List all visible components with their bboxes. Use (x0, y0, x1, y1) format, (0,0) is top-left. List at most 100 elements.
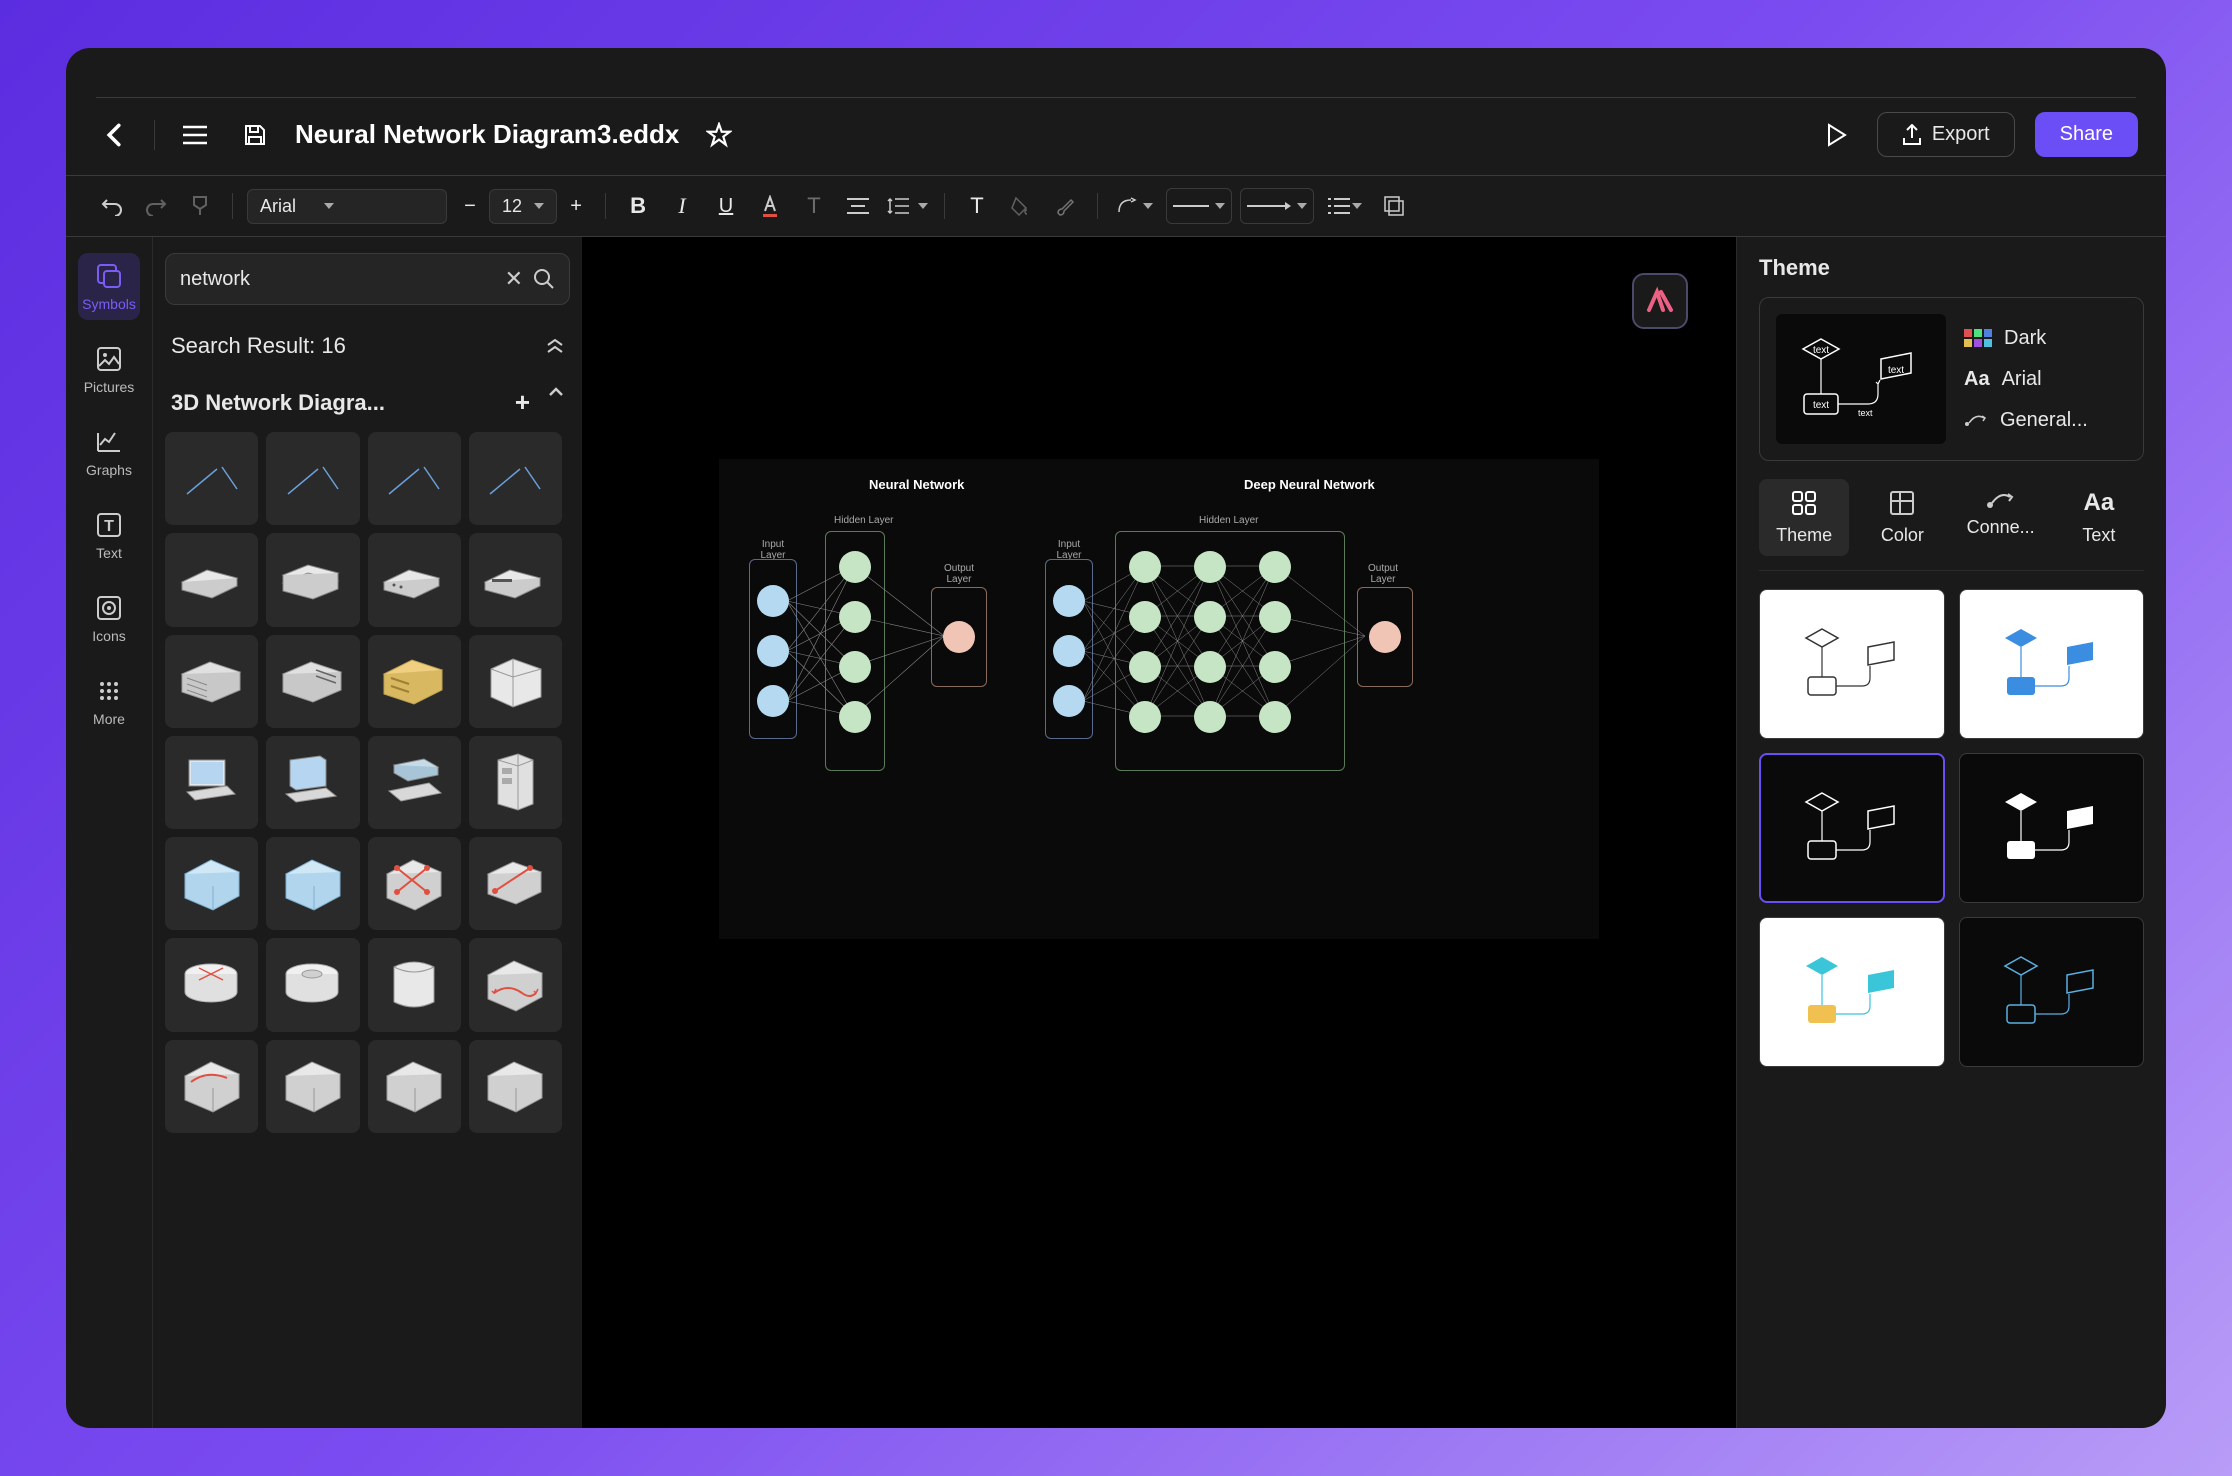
symbol-item[interactable] (469, 635, 562, 728)
diagram-canvas[interactable]: Neural Network Deep Neural Network Input… (719, 459, 1599, 939)
symbol-item[interactable] (266, 1040, 359, 1133)
font-size-decrease[interactable]: − (455, 191, 485, 221)
symbol-item[interactable] (165, 1040, 258, 1133)
text-tool-button[interactable]: T (796, 188, 832, 224)
brush-button[interactable] (1047, 188, 1083, 224)
sidebar-item-more[interactable]: More (78, 668, 140, 735)
nn-node[interactable] (1194, 601, 1226, 633)
add-symbol-button[interactable]: + (515, 387, 530, 418)
collapse-category-button[interactable] (548, 387, 564, 418)
menu-button[interactable] (175, 115, 215, 155)
nn-node[interactable] (839, 551, 871, 583)
nn-node[interactable] (757, 585, 789, 617)
sidebar-item-text[interactable]: T Text (78, 502, 140, 569)
search-input[interactable] (180, 268, 495, 291)
symbol-item[interactable] (165, 432, 258, 525)
nn-node[interactable] (1129, 651, 1161, 683)
nn-node[interactable] (1259, 601, 1291, 633)
undo-button[interactable] (94, 188, 130, 224)
font-color-button[interactable] (752, 188, 788, 224)
back-button[interactable] (94, 115, 134, 155)
symbol-item[interactable] (368, 533, 461, 626)
symbol-item[interactable] (368, 1040, 461, 1133)
symbol-item[interactable] (165, 736, 258, 829)
theme-option-blue[interactable] (1959, 589, 2145, 739)
font-size-select[interactable]: 12 (489, 189, 557, 224)
symbol-item[interactable] (469, 533, 562, 626)
layers-button[interactable] (1376, 188, 1412, 224)
symbol-item[interactable] (266, 432, 359, 525)
symbol-item[interactable] (469, 837, 562, 930)
nn-node[interactable] (1259, 701, 1291, 733)
symbol-item[interactable] (368, 837, 461, 930)
nn-node[interactable] (1053, 635, 1085, 667)
favorite-button[interactable] (699, 115, 739, 155)
bold-button[interactable]: B (620, 188, 656, 224)
italic-button[interactable]: I (664, 188, 700, 224)
arrow-style-button[interactable] (1240, 188, 1314, 224)
nn-node[interactable] (757, 685, 789, 717)
symbol-item[interactable] (469, 938, 562, 1031)
tab-text[interactable]: Aa Text (2054, 479, 2144, 556)
symbol-item[interactable] (266, 635, 359, 728)
save-button[interactable] (235, 115, 275, 155)
tab-theme[interactable]: Theme (1759, 479, 1849, 556)
text-insert-button[interactable]: T (959, 188, 995, 224)
search-box[interactable]: ✕ (165, 253, 570, 305)
redo-button[interactable] (138, 188, 174, 224)
sidebar-item-icons[interactable]: Icons (78, 585, 140, 652)
nn-node[interactable] (839, 701, 871, 733)
connector-button[interactable] (1112, 188, 1158, 224)
symbol-item[interactable] (368, 736, 461, 829)
font-size-increase[interactable]: + (561, 191, 591, 221)
sidebar-item-graphs[interactable]: Graphs (78, 419, 140, 486)
tab-connector[interactable]: Conne... (1956, 479, 2046, 556)
symbol-item[interactable] (165, 938, 258, 1031)
symbol-item[interactable] (165, 533, 258, 626)
share-button[interactable]: Share (2035, 112, 2138, 157)
nn-node[interactable] (839, 601, 871, 633)
list-button[interactable] (1322, 188, 1368, 224)
nn-node[interactable] (839, 651, 871, 683)
symbol-item[interactable] (469, 736, 562, 829)
sidebar-item-pictures[interactable]: Pictures (78, 336, 140, 403)
fill-button[interactable] (1003, 188, 1039, 224)
tab-color[interactable]: Color (1857, 479, 1947, 556)
theme-option-cyan[interactable] (1759, 917, 1945, 1067)
theme-option-light[interactable] (1759, 589, 1945, 739)
nn-node[interactable] (1129, 601, 1161, 633)
line-spacing-button[interactable] (884, 188, 930, 224)
symbol-item[interactable] (368, 635, 461, 728)
search-icon[interactable] (533, 268, 555, 290)
ai-assistant-button[interactable] (1632, 273, 1688, 329)
nn-node[interactable] (1194, 701, 1226, 733)
nn-node[interactable] (1129, 701, 1161, 733)
symbol-item[interactable] (469, 1040, 562, 1133)
symbol-item[interactable] (266, 938, 359, 1031)
symbol-item[interactable] (266, 533, 359, 626)
canvas-area[interactable]: Neural Network Deep Neural Network Input… (582, 237, 1736, 1428)
nn-node[interactable] (1129, 551, 1161, 583)
theme-option-dark-white[interactable] (1959, 753, 2145, 903)
symbol-item[interactable] (469, 432, 562, 525)
theme-option-dark-outline[interactable] (1959, 917, 2145, 1067)
theme-option-dark[interactable] (1759, 753, 1945, 903)
collapse-icon[interactable] (546, 339, 564, 353)
nn-node[interactable] (1053, 685, 1085, 717)
nn-node[interactable] (757, 635, 789, 667)
nn-node[interactable] (943, 621, 975, 653)
nn-node[interactable] (1369, 621, 1401, 653)
font-select[interactable]: Arial (247, 189, 447, 224)
clear-search-icon[interactable]: ✕ (505, 266, 523, 292)
symbol-item[interactable] (266, 736, 359, 829)
symbol-item[interactable] (165, 635, 258, 728)
symbol-item[interactable] (368, 432, 461, 525)
nn-node[interactable] (1259, 551, 1291, 583)
nn-node[interactable] (1194, 551, 1226, 583)
nn-node[interactable] (1259, 651, 1291, 683)
underline-button[interactable]: U (708, 188, 744, 224)
sidebar-item-symbols[interactable]: Symbols (78, 253, 140, 320)
nn-node[interactable] (1194, 651, 1226, 683)
line-style-button[interactable] (1166, 188, 1232, 224)
symbol-item[interactable] (165, 837, 258, 930)
